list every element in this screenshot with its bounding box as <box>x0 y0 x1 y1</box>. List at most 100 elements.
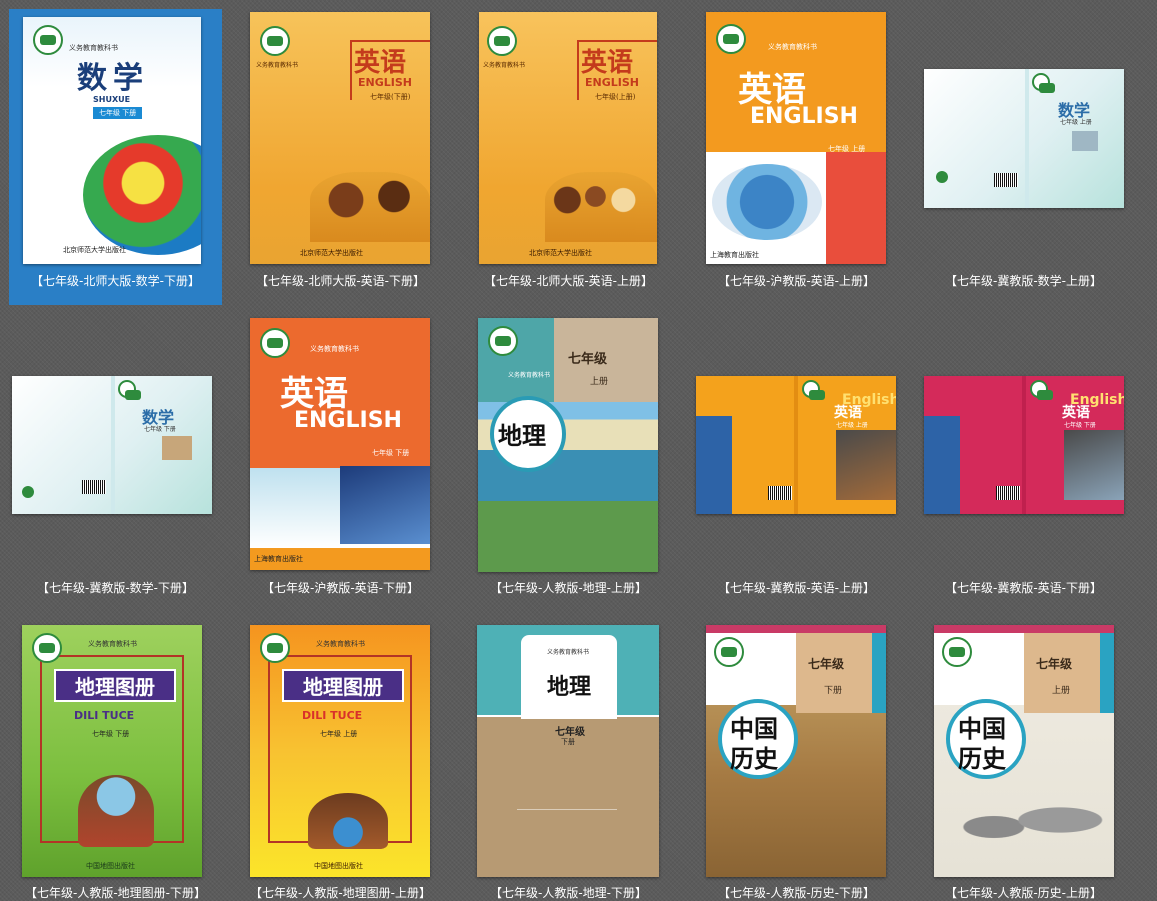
publisher-seal-icon <box>488 326 518 356</box>
grade-label: 七年级 <box>808 657 845 671</box>
cover-photo <box>545 172 657 242</box>
grade-label: 七年级 下册 <box>93 107 143 119</box>
book-card-pep-history-vol2[interactable]: 七年级 下册 中国 历史 【七年级-人教版-历史-下册】 <box>690 605 903 901</box>
book-card-bnu-math-vol2[interactable]: 义务教育教科书 数学 SHUXUE 七年级 下册 北京师范大学出版社 【七年级-… <box>9 9 222 305</box>
publisher-seal-icon <box>260 633 290 663</box>
book-title: 地理 <box>547 674 592 700</box>
book-caption: 【七年级-北师大版-数学-下册】 <box>31 274 200 288</box>
book-title: 地理 <box>498 421 546 450</box>
book-caption: 【七年级-冀教版-英语-上册】 <box>718 581 875 595</box>
publisher-seal-icon <box>260 328 290 358</box>
cover-photo <box>1072 131 1098 151</box>
book-caption: 【七年级-沪教版-英语-下册】 <box>262 581 419 595</box>
volume-label: 下册 <box>824 686 843 696</box>
book-caption: 【七年级-冀教版-英语-下册】 <box>945 581 1102 595</box>
grade-label: 七年级 <box>568 352 608 367</box>
book-card-pep-atlas-vol1[interactable]: 义务教育教科书 地理图册 DILI TUCE 七年级 上册 中国地图出版社 【七… <box>234 605 447 901</box>
book-card-bnu-english-vol1[interactable]: 义务教育教科书 英语 ENGLISH 七年级(上册) 北京师范大学出版社 【七年… <box>462 9 675 305</box>
publisher-seal-icon <box>33 25 63 55</box>
book-title: 数学 <box>77 61 149 96</box>
book-cover: English 英语 七年级 下册 <box>924 376 1124 514</box>
publisher-logo-icon <box>517 795 617 810</box>
series-label: 义务教育教科书 <box>256 62 299 69</box>
volume-label: 下册 <box>561 738 575 746</box>
publisher-name: 北京师范大学出版社 <box>300 249 363 257</box>
book-card-sh-english-vol1[interactable]: 义务教育教科书 英语 ENGLISH 七年级 上册 上海教育出版社 【七年级-沪… <box>690 9 903 305</box>
grade-label: 七年级 下册 <box>92 730 130 738</box>
publisher-seal-icon <box>260 26 290 56</box>
book-caption: 【七年级-人教版-地理图册-上册】 <box>250 886 431 900</box>
publisher-name: 上海教育出版社 <box>710 251 759 259</box>
series-label: 义务教育教科书 <box>547 649 590 656</box>
book-cover: 义务教育教科书 七年级 上册 地理 <box>478 318 658 572</box>
book-card-bnu-english-vol2[interactable]: 义务教育教科书 英语 ENGLISH 七年级(下册) 北京师范大学出版社 【七年… <box>234 9 447 305</box>
book-title-line2: 历史 <box>730 744 778 773</box>
book-card-hebei-english-vol1[interactable]: English 英语 七年级 上册 【七年级-冀教版-英语-上册】 <box>690 316 903 612</box>
grade-label: 七年级 上册 <box>836 422 868 429</box>
volume-label: 上册 <box>1052 686 1071 696</box>
book-card-hebei-english-vol2[interactable]: English 英语 七年级 下册 【七年级-冀教版-英语-下册】 <box>917 316 1130 612</box>
grade-label: 七年级(上册) <box>595 93 636 101</box>
grade-label: 七年级 <box>555 727 585 738</box>
publisher-name: 北京师范大学出版社 <box>63 246 126 254</box>
publisher-name: 中国地图出版社 <box>314 862 363 870</box>
publisher-seal-icon <box>802 380 825 400</box>
book-english: ENGLISH <box>294 408 402 433</box>
grade-label: 七年级 上册 <box>1060 119 1092 126</box>
cover-photo <box>1064 430 1124 500</box>
book-card-pep-geography-vol2[interactable]: 义务教育教科书 地理 七年级 下册 【七年级-人教版-地理-下册】 <box>462 605 675 901</box>
book-card-pep-atlas-vol2[interactable]: 义务教育教科书 地理图册 DILI TUCE 七年级 下册 中国地图出版社 【七… <box>9 605 222 901</box>
book-cover: 数学 七年级 上册 <box>924 69 1124 208</box>
publisher-name: 中国地图出版社 <box>86 862 135 870</box>
publisher-name: 上海教育出版社 <box>254 555 303 563</box>
series-label: 义务教育教科书 <box>310 345 359 353</box>
book-cover: 义务教育教科书 地理 七年级 下册 <box>477 625 659 877</box>
book-caption: 【七年级-北师大版-英语-下册】 <box>256 274 425 288</box>
book-cover: 义务教育教科书 数学 SHUXUE 七年级 下册 北京师范大学出版社 <box>23 17 201 264</box>
book-cover: 七年级 上册 中国 历史 <box>934 625 1114 877</box>
book-caption: 【七年级-北师大版-英语-上册】 <box>484 274 653 288</box>
book-english: ENGLISH <box>585 76 639 89</box>
book-cover: 义务教育教科书 地理图册 DILI TUCE 七年级 上册 中国地图出版社 <box>250 625 430 877</box>
book-cover: 义务教育教科书 地理图册 DILI TUCE 七年级 下册 中国地图出版社 <box>22 625 202 877</box>
book-caption: 【七年级-人教版-历史-上册】 <box>945 886 1102 900</box>
grade-label: 七年级 下册 <box>144 426 176 433</box>
book-card-sh-english-vol2[interactable]: 义务教育教科书 英语 ENGLISH 七年级 下册 上海教育出版社 【七年级-沪… <box>234 316 447 612</box>
book-title: 地理图册 <box>54 669 176 702</box>
publisher-seal-icon <box>1030 380 1053 400</box>
book-card-hebei-math-vol2[interactable]: 数学 七年级 下册 【七年级-冀教版-数学-下册】 <box>9 316 222 612</box>
cover-illustration <box>83 135 201 255</box>
book-card-pep-history-vol1[interactable]: 七年级 上册 中国 历史 【七年级-人教版-历史-上册】 <box>917 605 1130 901</box>
book-english: ENGLISH <box>750 104 858 129</box>
series-label: 义务教育教科书 <box>88 640 137 648</box>
book-card-hebei-math-vol1[interactable]: 数学 七年级 上册 【七年级-冀教版-数学-上册】 <box>917 9 1130 305</box>
book-grid: 义务教育教科书 数学 SHUXUE 七年级 下册 北京师范大学出版社 【七年级-… <box>0 0 1157 901</box>
publisher-seal-icon <box>487 26 517 56</box>
book-title: 英语 <box>834 405 862 421</box>
cover-photo <box>836 430 896 500</box>
grade-label: 七年级 下册 <box>1064 422 1096 429</box>
publisher-name: 北京师范大学出版社 <box>529 249 592 257</box>
cover-illustration <box>944 785 1110 855</box>
publisher-seal-icon <box>118 380 141 400</box>
book-cover: 义务教育教科书 英语 ENGLISH 七年级 下册 上海教育出版社 <box>250 318 430 570</box>
grade-label: 七年级 下册 <box>372 449 410 457</box>
book-pinyin: DILI TUCE <box>74 709 135 722</box>
book-caption: 【七年级-冀教版-数学-下册】 <box>37 581 194 595</box>
series-label: 义务教育教科书 <box>768 43 817 51</box>
series-label: 义务教育教科书 <box>508 372 551 379</box>
series-label: 义务教育教科书 <box>483 62 526 69</box>
book-card-pep-geography-vol1[interactable]: 义务教育教科书 七年级 上册 地理 【七年级-人教版-地理-上册】 <box>462 316 675 612</box>
book-caption: 【七年级-冀教版-数学-上册】 <box>945 274 1102 288</box>
book-title: 地理图册 <box>282 669 404 702</box>
book-cover: 七年级 下册 中国 历史 <box>706 625 886 877</box>
book-caption: 【七年级-人教版-历史-下册】 <box>718 886 875 900</box>
book-english: ENGLISH <box>358 76 412 89</box>
book-title: 英语 <box>1062 405 1090 421</box>
publisher-seal-icon <box>714 637 744 667</box>
book-cover: 数学 七年级 下册 <box>12 376 212 514</box>
publisher-seal-icon <box>942 637 972 667</box>
series-label: 义务教育教科书 <box>316 640 365 648</box>
publisher-seal-icon <box>1032 73 1055 93</box>
book-cover: 义务教育教科书 英语 ENGLISH 七年级 上册 上海教育出版社 <box>706 12 886 264</box>
